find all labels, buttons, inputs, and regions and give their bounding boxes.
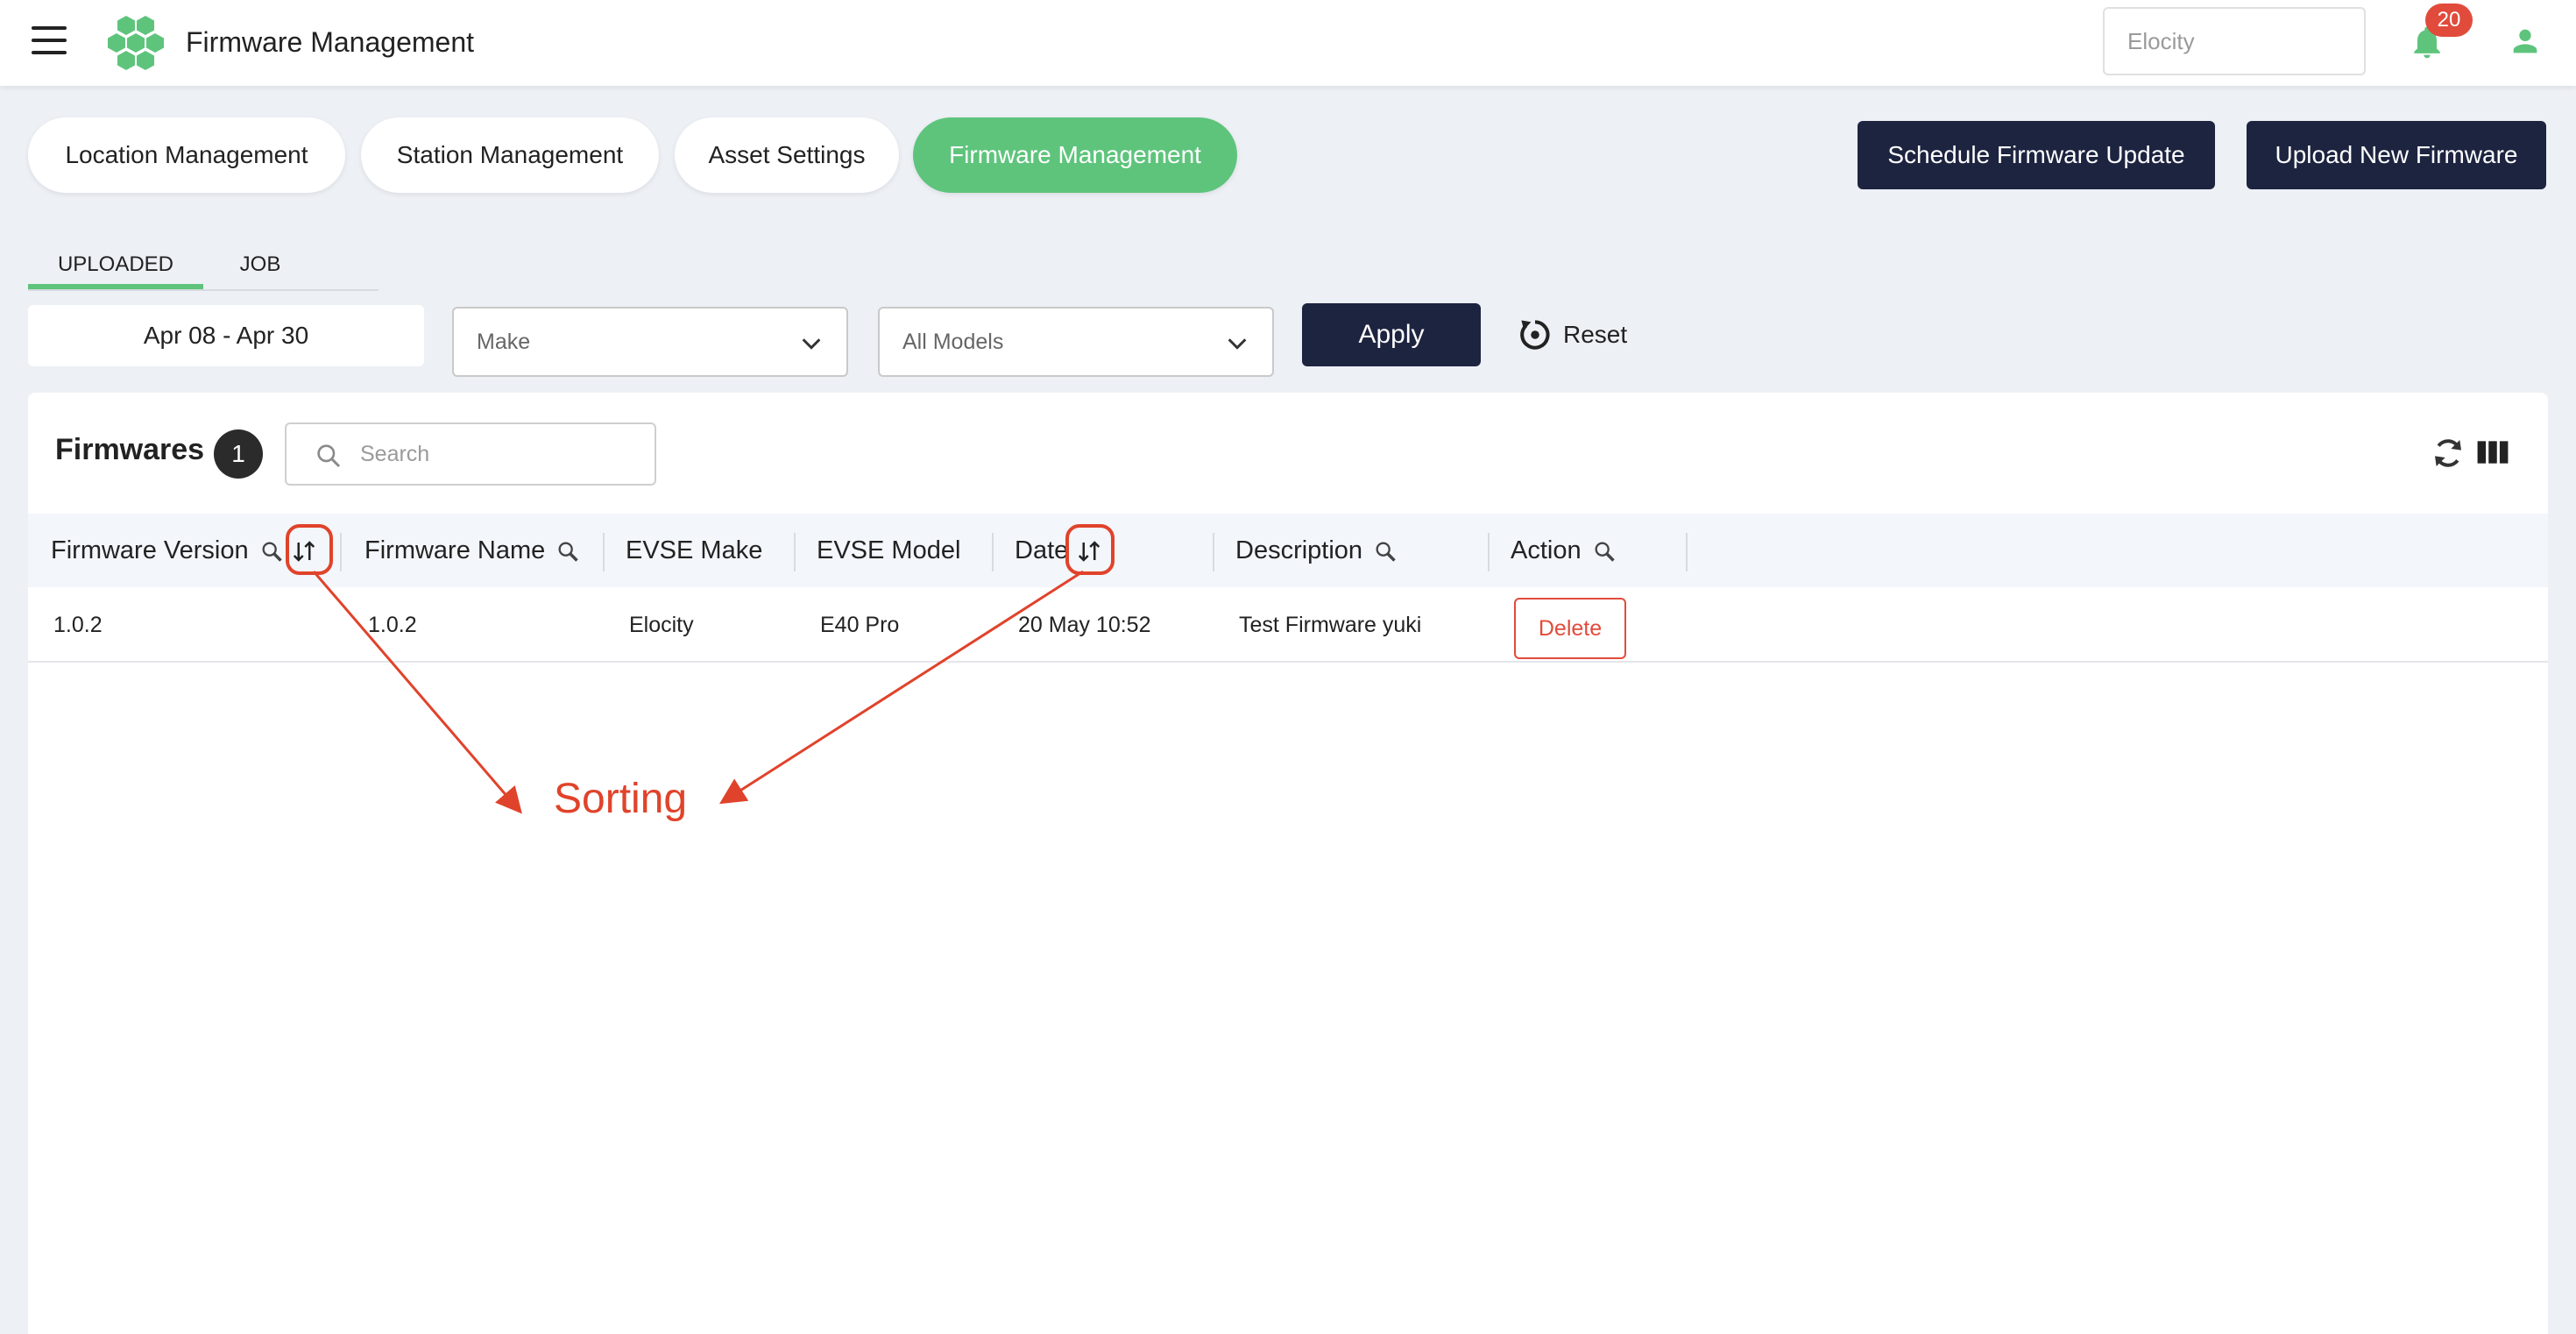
column-search-icon[interactable]: [259, 539, 284, 564]
sort-icon[interactable]: [291, 538, 317, 564]
column-divider[interactable]: [603, 533, 605, 571]
search-icon: [317, 444, 341, 468]
tab-location-management[interactable]: Location Management: [28, 117, 345, 193]
chevron-down-icon: [802, 338, 821, 350]
sub-tabs: UPLOADED JOB: [28, 230, 379, 291]
organization-select[interactable]: Elocity: [2103, 7, 2366, 75]
count-badge: 1: [214, 429, 263, 479]
column-label: Description: [1235, 536, 1363, 564]
search-box[interactable]: [285, 422, 656, 486]
table-header: Firmware Version Firmware Name EVSE Make…: [28, 514, 2548, 587]
tab-firmware-management[interactable]: Firmware Management: [913, 117, 1237, 193]
column-header-firmware-name[interactable]: Firmware Name: [364, 514, 580, 587]
date-range-picker[interactable]: Apr 08 - Apr 30: [28, 305, 424, 366]
menu-icon[interactable]: [32, 26, 67, 58]
column-header-description[interactable]: Description: [1235, 514, 1398, 587]
table-row[interactable]: 1.0.2 1.0.2 Elocity E40 Pro 20 May 10:52…: [28, 587, 2548, 663]
reset-icon: [1520, 320, 1550, 350]
upload-new-firmware-button[interactable]: Upload New Firmware: [2247, 121, 2546, 189]
column-search-icon[interactable]: [1373, 539, 1398, 564]
sort-icon[interactable]: [1076, 538, 1102, 564]
column-search-icon[interactable]: [1592, 539, 1617, 564]
firmwares-card: Firmwares 1 Firmware Version: [28, 393, 2548, 1334]
card-title: Firmwares: [55, 433, 205, 466]
tab-asset-settings[interactable]: Asset Settings: [675, 117, 899, 193]
columns-icon[interactable]: [2476, 435, 2509, 470]
column-divider[interactable]: [340, 533, 342, 571]
column-label: Firmware Name: [364, 536, 546, 564]
column-label: Action: [1511, 536, 1582, 564]
cell-date: 20 May 10:52: [1018, 613, 1151, 637]
delete-button[interactable]: Delete: [1514, 598, 1626, 659]
logo-icon: [108, 16, 164, 70]
model-select-value: All Models: [902, 330, 1004, 354]
reset-label: Reset: [1563, 321, 1628, 348]
cell-evse-model: E40 Pro: [820, 613, 900, 637]
column-header-action[interactable]: Action: [1511, 514, 1617, 587]
model-select[interactable]: All Models: [878, 307, 1274, 377]
top-bar: Firmware Management Elocity 20: [0, 0, 2576, 86]
schedule-firmware-update-button[interactable]: Schedule Firmware Update: [1858, 121, 2215, 189]
column-divider[interactable]: [1213, 533, 1214, 571]
tab-uploaded[interactable]: UPLOADED: [28, 240, 203, 289]
cell-description: Test Firmware yuki: [1239, 613, 1422, 637]
apply-button[interactable]: Apply: [1302, 303, 1481, 366]
column-header-date[interactable]: Date: [1015, 514, 1068, 587]
cell-firmware-name: 1.0.2: [368, 613, 417, 637]
column-divider[interactable]: [1686, 533, 1688, 571]
column-label: Firmware Version: [51, 536, 249, 564]
column-header-firmware-version[interactable]: Firmware Version: [51, 514, 284, 587]
column-search-icon[interactable]: [556, 539, 580, 564]
refresh-icon[interactable]: [2431, 435, 2466, 472]
notification-count-badge: 20: [2425, 4, 2473, 37]
tab-station-management[interactable]: Station Management: [361, 117, 659, 193]
chevron-down-icon: [1228, 338, 1247, 350]
tab-job[interactable]: JOB: [203, 240, 317, 289]
search-input[interactable]: [360, 436, 640, 472]
column-divider[interactable]: [992, 533, 994, 571]
make-select-value: Make: [477, 330, 531, 354]
user-account-icon[interactable]: [2508, 23, 2543, 60]
column-header-evse-make[interactable]: EVSE Make: [626, 514, 762, 587]
column-header-evse-model[interactable]: EVSE Model: [817, 514, 960, 587]
cell-firmware-version: 1.0.2: [53, 613, 103, 637]
annotation-label: Sorting: [554, 776, 688, 822]
make-select[interactable]: Make: [452, 307, 848, 377]
column-divider[interactable]: [794, 533, 796, 571]
column-divider[interactable]: [1488, 533, 1490, 571]
cell-evse-make: Elocity: [629, 613, 694, 637]
app-title: Firmware Management: [186, 26, 474, 58]
